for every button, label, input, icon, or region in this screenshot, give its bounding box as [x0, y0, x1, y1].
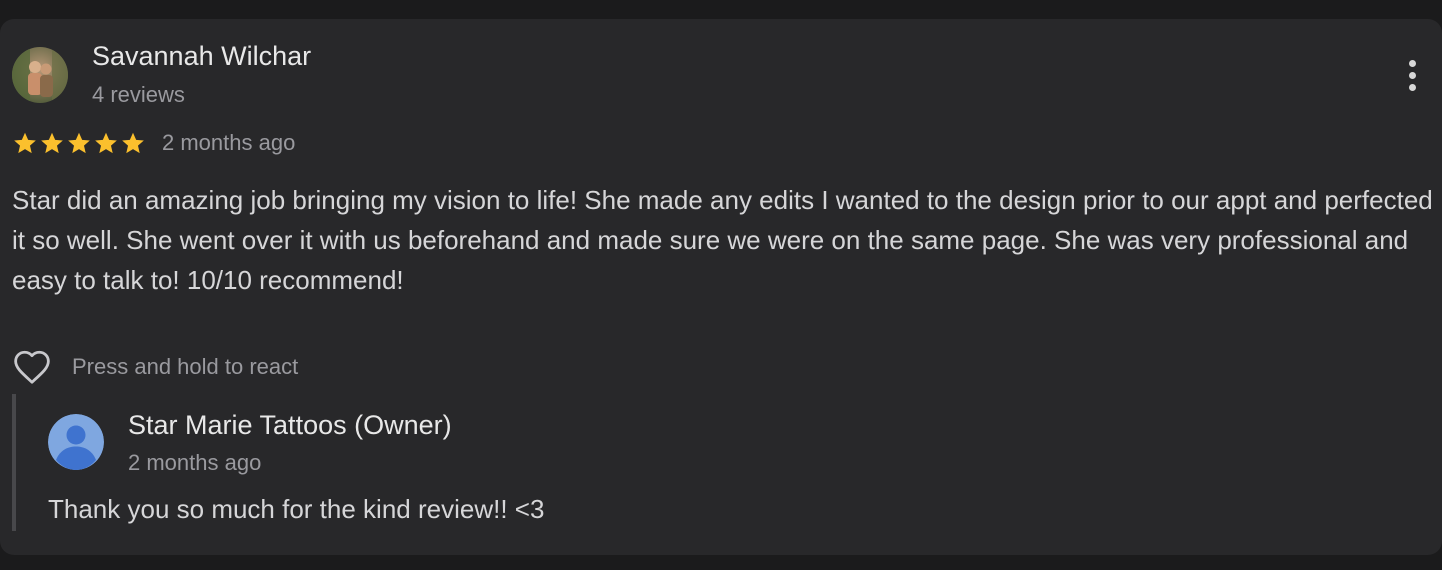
review-text: Star did an amazing job bringing my visi… — [12, 185, 1433, 295]
owner-reply: Star Marie Tattoos (Owner) 2 months ago … — [12, 394, 1416, 531]
react-button[interactable] — [12, 348, 52, 386]
star-icon — [41, 132, 63, 154]
review-time: 2 months ago — [162, 130, 296, 155]
reviewer-name[interactable]: Savannah Wilchar — [92, 41, 311, 72]
owner-reply-text: Thank you so much for the kind review!! … — [48, 494, 545, 524]
react-hint: Press and hold to react — [72, 354, 299, 379]
star-icon — [122, 132, 144, 154]
star-icon — [68, 132, 90, 154]
owner-name: Star Marie Tattoos (Owner) — [128, 410, 452, 440]
star-rating — [12, 130, 146, 156]
rating-row: 2 months ago — [12, 129, 295, 157]
reviewer-review-count: 4 reviews — [92, 82, 185, 107]
reviewer-avatar[interactable] — [12, 47, 68, 103]
react-row: Press and hold to react — [12, 347, 298, 387]
star-icon — [95, 132, 117, 154]
owner-avatar — [48, 414, 104, 470]
heart-outline-icon — [14, 350, 50, 384]
person-icon — [48, 414, 104, 470]
more-options-button[interactable] — [1396, 55, 1428, 95]
owner-reply-time: 2 months ago — [128, 450, 262, 475]
star-icon — [14, 132, 36, 154]
review-card: Savannah Wilchar 4 reviews 2 months ago … — [0, 19, 1442, 555]
more-vert-icon — [1408, 59, 1416, 67]
